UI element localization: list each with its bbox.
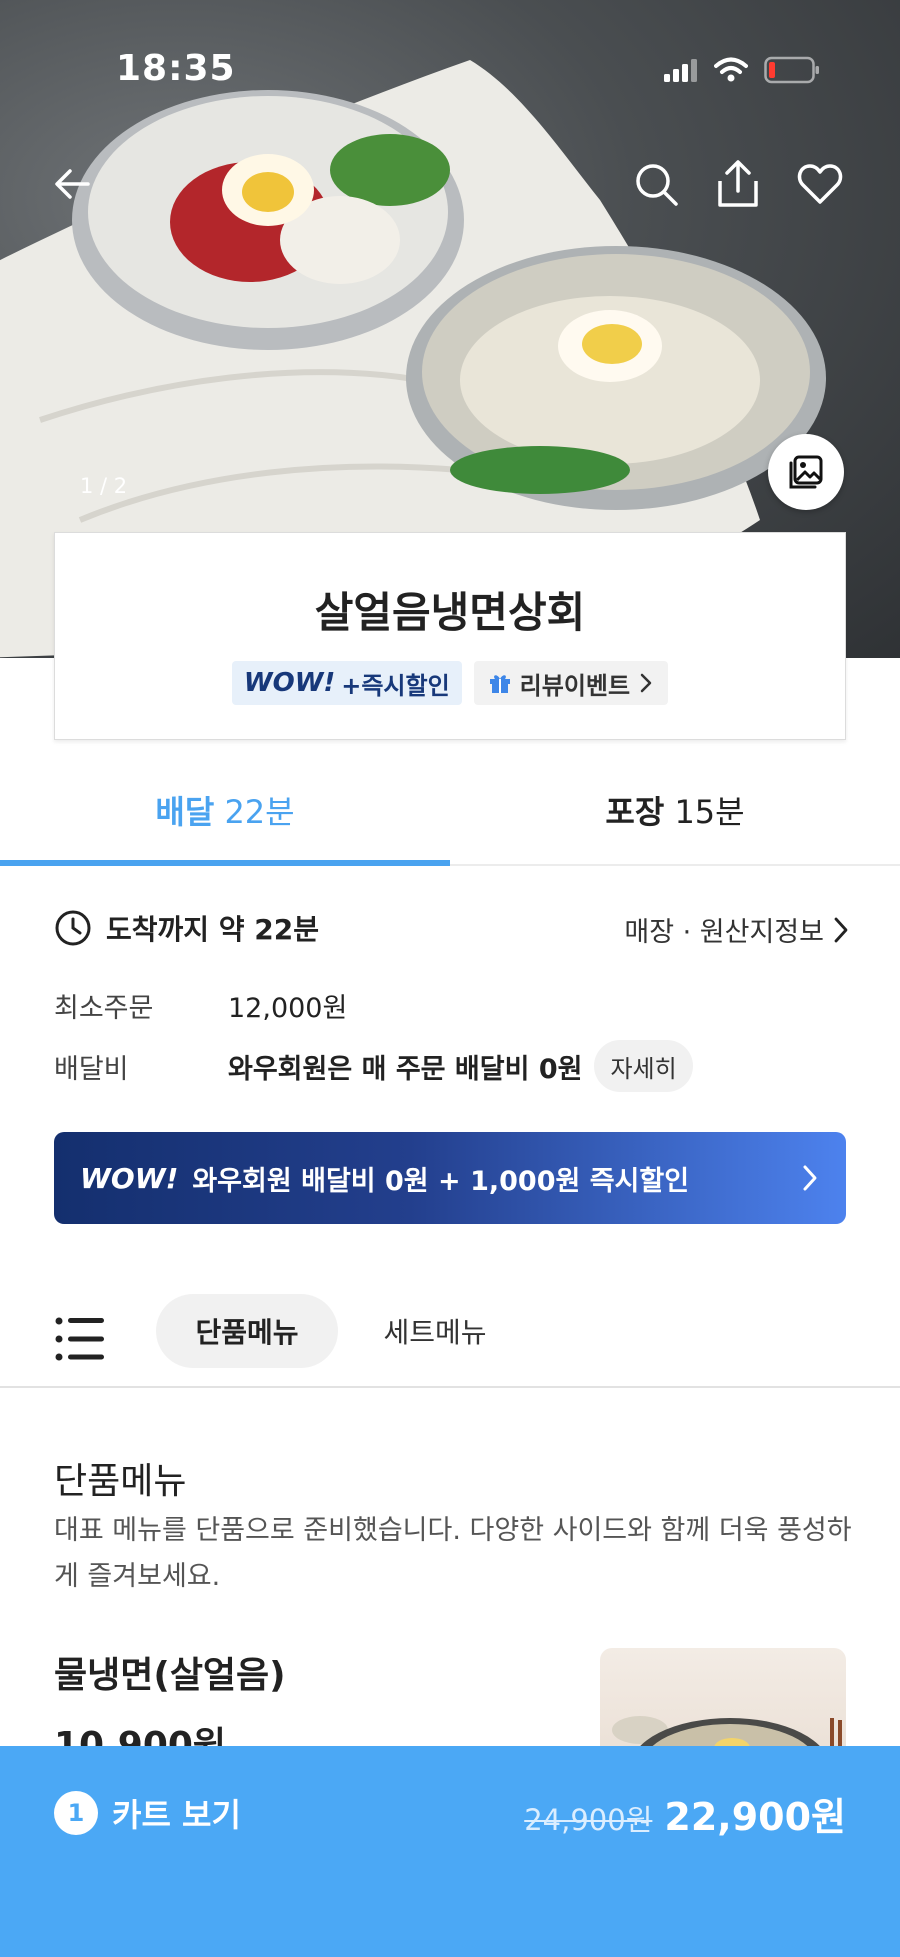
back-button[interactable] — [44, 156, 100, 212]
min-order-value: 12,000원 — [228, 993, 348, 1024]
review-event-badge[interactable]: 리뷰이벤트 — [473, 661, 669, 705]
section-title: 단품메뉴 — [54, 1461, 187, 1502]
review-event-label: 리뷰이벤트 — [519, 671, 631, 700]
search-icon — [636, 164, 678, 206]
share-icon — [718, 160, 758, 207]
chevron-right-icon — [803, 1165, 817, 1191]
section-description: 대표 메뉴를 단품으로 준비했습니다. 다양한 사이드와 함께 더욱 풍성하게 … — [54, 1515, 852, 1592]
gallery-button[interactable] — [768, 434, 844, 510]
store-card: 살얼음냉면상회 WOW! +즉시할인 리뷰이벤트 — [54, 532, 846, 740]
wow-logo: WOW! — [243, 668, 336, 698]
tab-takeout[interactable]: 포장 15분 — [450, 754, 900, 866]
search-button[interactable] — [628, 156, 684, 212]
store-badges: WOW! +즉시할인 리뷰이벤트 — [55, 661, 845, 705]
tab-takeout-time: 15분 — [674, 793, 745, 831]
chevron-right-icon — [640, 673, 652, 693]
store-name: 살얼음냉면상회 — [314, 588, 586, 637]
wow-discount-badge[interactable]: WOW! +즉시할인 — [231, 661, 462, 705]
clock-icon — [55, 910, 91, 946]
heart-icon — [797, 164, 843, 204]
wow-banner-text: 와우회원 배달비 0원 + 1,000원 즉시할인 — [192, 1165, 690, 1197]
wow-membership-banner[interactable]: WOW! 와우회원 배달비 0원 + 1,000원 즉시할인 — [54, 1132, 846, 1224]
cart-count-badge: 1 — [54, 1791, 98, 1835]
store-origin-info-label: 매장 · 원산지정보 — [624, 917, 824, 948]
status-icons — [664, 56, 820, 84]
menu-item-name[interactable]: 물냉면(살얼음) — [54, 1646, 286, 1698]
chevron-right-icon — [834, 917, 848, 942]
tab-single-menu[interactable]: 단품메뉴 — [156, 1294, 338, 1368]
share-button[interactable] — [710, 156, 766, 212]
wifi-icon — [714, 57, 748, 82]
delivery-fee-detail-button[interactable]: 자세히 — [594, 1040, 693, 1092]
delivery-fee-label: 배달비 — [54, 1053, 129, 1085]
menu-list-icon[interactable] — [54, 1312, 108, 1366]
wow-logo: WOW! — [80, 1161, 179, 1195]
cart-price: 24,900원 22,900원 — [524, 1786, 846, 1841]
cart-bar[interactable]: 1 카트 보기 24,900원 22,900원 — [0, 1746, 900, 1957]
tab-delivery-label: 배달 — [155, 793, 215, 831]
tab-set-menu[interactable]: 세트메뉴 — [360, 1294, 510, 1368]
tab-delivery-time: 22분 — [224, 793, 295, 831]
min-order-row: 최소주문 12,000원 — [54, 986, 347, 1025]
order-type-tabs: 배달 22분 포장 15분 — [0, 754, 900, 866]
tab-takeout-label: 포장 — [605, 793, 665, 831]
menu-category-tabs: 단품메뉴 세트메뉴 — [0, 1290, 900, 1388]
tab-delivery[interactable]: 배달 22분 — [0, 754, 450, 866]
wow-badge-text: +즉시할인 — [341, 671, 450, 700]
gallery-icon — [789, 455, 823, 489]
cart-total-price: 22,900원 — [664, 1795, 846, 1839]
cart-original-price: 24,900원 — [524, 1803, 653, 1837]
view-cart-button[interactable]: 1 카트 보기 — [54, 1790, 241, 1836]
eta-row: 도착까지 약 22분 — [54, 908, 319, 948]
delivery-fee-value: 와우회원은 매 주문 배달비 0원 — [228, 1053, 583, 1085]
arrow-left-icon — [55, 169, 90, 199]
delivery-fee-row: 배달비 와우회원은 매 주문 배달비 0원 자세히 — [54, 1040, 693, 1092]
eta-text: 도착까지 약 22분 — [106, 913, 320, 946]
store-origin-info-link[interactable]: 매장 · 원산지정보 — [624, 910, 850, 949]
view-cart-label: 카트 보기 — [112, 1796, 241, 1834]
status-time: 18:35 — [116, 48, 236, 89]
signal-icon — [664, 59, 697, 82]
gift-icon — [489, 675, 510, 693]
battery-icon — [764, 56, 819, 84]
active-tab-indicator — [0, 860, 450, 866]
image-counter: 1 / 2 — [80, 474, 128, 498]
min-order-label: 최소주문 — [54, 993, 154, 1024]
favorite-button[interactable] — [792, 156, 848, 212]
